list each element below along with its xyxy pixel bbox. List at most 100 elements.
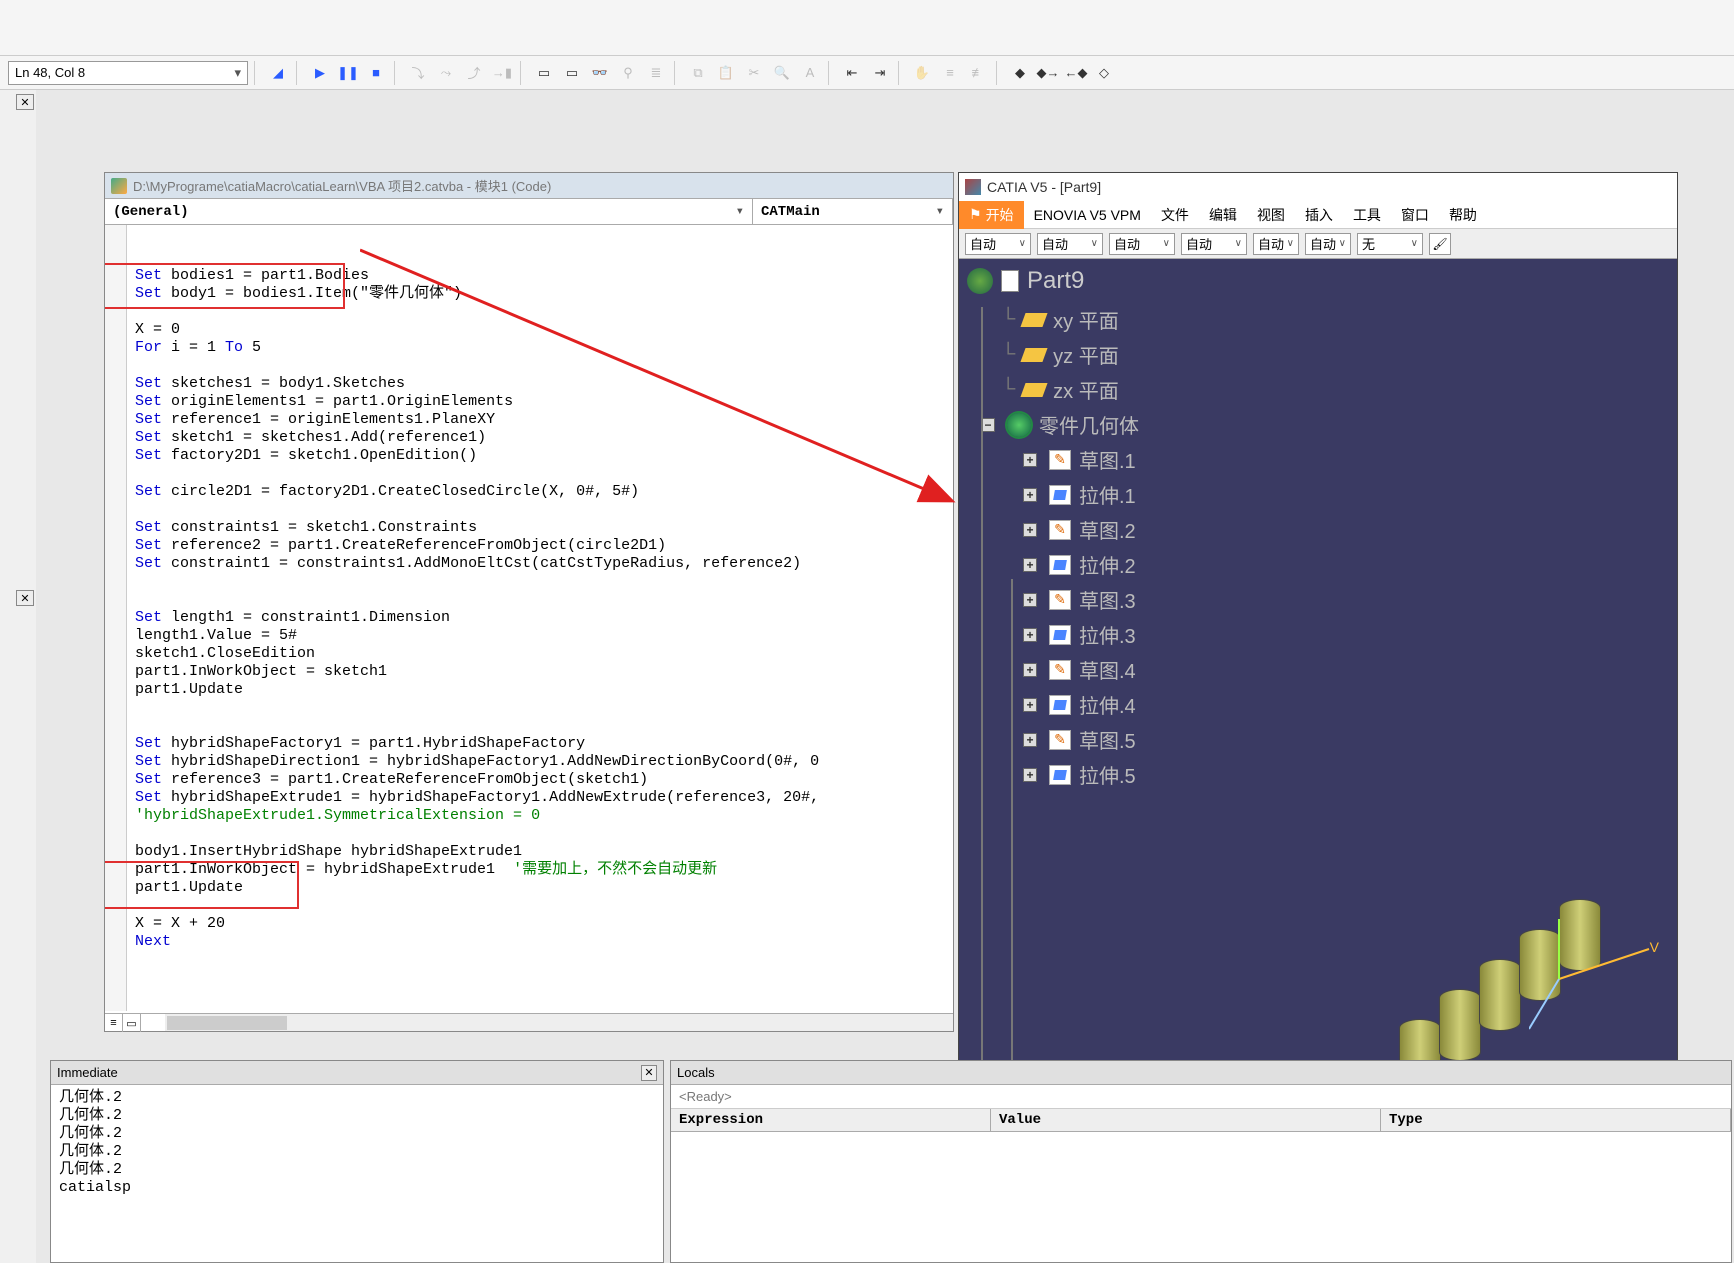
paste-icon[interactable]: 📋	[714, 61, 738, 85]
tree-collapse-icon[interactable]: −	[981, 418, 995, 432]
locals-window-icon[interactable]: ▭	[532, 61, 556, 85]
quick-watch-icon[interactable]: ⚲	[616, 61, 640, 85]
close-icon[interactable]: ✕	[16, 590, 34, 606]
start-flag-icon: ⚑	[969, 206, 982, 223]
display-combo-5[interactable]: 自动	[1253, 233, 1299, 255]
menu-tools[interactable]: 工具	[1343, 201, 1391, 229]
catia-spec-tree[interactable]: Part9 └xy 平面 └yz 平面 └zx 平面 − 零件几何体 +✎草图.…	[959, 259, 1677, 1101]
toggle-breakpoint-icon[interactable]: ✋	[910, 61, 934, 85]
tree-feature-item[interactable]: +拉伸.3	[1023, 620, 1677, 649]
painter-icon[interactable]: 🖌	[1429, 233, 1451, 255]
watch-window-icon[interactable]: 👓	[588, 61, 612, 85]
tree-expand-icon[interactable]: +	[1023, 628, 1037, 642]
tree-feature-item[interactable]: +拉伸.1	[1023, 480, 1677, 509]
locals-window: Locals <Ready> Expression Value Type	[670, 1060, 1732, 1263]
run-to-cursor-icon[interactable]: →▮	[490, 61, 514, 85]
tree-expand-icon[interactable]: +	[1023, 698, 1037, 712]
display-combo-4[interactable]: 自动	[1181, 233, 1247, 255]
tree-feature-item[interactable]: +✎草图.3	[1023, 585, 1677, 614]
vba-window-titlebar[interactable]: D:\MyPrograme\catiaMacro\catiaLearn\VBA …	[105, 173, 953, 199]
tree-feature-item[interactable]: + ✎ 草图.5	[1023, 725, 1677, 754]
tree-feature-label: 草图.4	[1079, 655, 1136, 684]
full-module-view-icon[interactable]: ▭	[123, 1014, 141, 1032]
tree-feature-label: 拉伸.4	[1079, 690, 1136, 719]
tree-expand-icon[interactable]: +	[1023, 768, 1037, 782]
vba-object-dropdown[interactable]: (General)	[105, 199, 753, 224]
locals-col-expression[interactable]: Expression	[671, 1109, 991, 1131]
tree-feature-item[interactable]: +✎草图.2	[1023, 515, 1677, 544]
tree-expand-icon[interactable]: +	[1023, 453, 1037, 467]
locals-col-value[interactable]: Value	[991, 1109, 1381, 1131]
display-combo-1[interactable]: 自动	[965, 233, 1031, 255]
find-icon[interactable]: 🔍	[770, 61, 794, 85]
menu-window[interactable]: 窗口	[1391, 201, 1439, 229]
tree-feature-label: 草图.5	[1079, 725, 1136, 754]
locals-col-type[interactable]: Type	[1381, 1109, 1731, 1131]
tree-expand-icon[interactable]: +	[1023, 523, 1037, 537]
menu-view[interactable]: 视图	[1247, 201, 1295, 229]
bookmark-clear-icon[interactable]: ◇	[1092, 61, 1116, 85]
tree-partbody[interactable]: − 零件几何体	[981, 410, 1677, 439]
display-combo-2[interactable]: 自动	[1037, 233, 1103, 255]
run-icon[interactable]: ▶	[308, 61, 332, 85]
immediate-header[interactable]: Immediate ✕	[51, 1061, 663, 1085]
menu-edit[interactable]: 编辑	[1199, 201, 1247, 229]
immediate-body[interactable]: 几何体.2几何体.2几何体.2几何体.2几何体.2catialsp	[51, 1085, 663, 1262]
comment-icon[interactable]: ≡	[938, 61, 962, 85]
bookmark-next-icon[interactable]: ◆→	[1036, 61, 1060, 85]
tree-feature-item[interactable]: +✎草图.4	[1023, 655, 1677, 684]
step-out-icon[interactable]: ⤴	[462, 61, 486, 85]
tree-feature-item[interactable]: +拉伸.2	[1023, 550, 1677, 579]
locals-title: Locals	[677, 1065, 715, 1080]
tree-plane-xy[interactable]: └xy 平面	[1001, 305, 1677, 334]
tree-feature-item[interactable]: +拉伸.5	[1023, 760, 1677, 789]
menu-insert[interactable]: 插入	[1295, 201, 1343, 229]
menu-help[interactable]: 帮助	[1439, 201, 1487, 229]
axis-label-v: V	[1650, 939, 1659, 955]
close-icon[interactable]: ✕	[641, 1065, 657, 1081]
procedure-view-icon[interactable]: ≡	[105, 1014, 123, 1032]
tree-plane-zx[interactable]: └zx 平面	[1001, 375, 1677, 404]
call-stack-icon[interactable]: ≣	[644, 61, 668, 85]
tree-expand-icon[interactable]: +	[1023, 558, 1037, 572]
cut-icon[interactable]: ✂	[742, 61, 766, 85]
step-into-icon[interactable]: ⤵	[406, 61, 430, 85]
font-icon[interactable]: A	[798, 61, 822, 85]
display-combo-7[interactable]: 无	[1357, 233, 1423, 255]
tree-expand-icon[interactable]: +	[1023, 663, 1037, 677]
tree-feature-item[interactable]: +✎草图.1	[1023, 445, 1677, 474]
line-col-combo[interactable]: Ln 48, Col 8	[8, 61, 248, 85]
vba-procedure-dropdown[interactable]: CATMain	[753, 199, 953, 224]
stop-icon[interactable]: ■	[364, 61, 388, 85]
vba-code-window: D:\MyPrograme\catiaMacro\catiaLearn\VBA …	[104, 172, 954, 1032]
design-mode-icon[interactable]: ◢	[266, 61, 290, 85]
tree-plane-yz[interactable]: └yz 平面	[1001, 340, 1677, 369]
catia-start-menu[interactable]: ⚑开始	[959, 201, 1024, 229]
vba-horizontal-scrollbar[interactable]	[165, 1013, 953, 1031]
menu-file[interactable]: 文件	[1151, 201, 1199, 229]
step-over-icon[interactable]: ⤳	[434, 61, 458, 85]
tree-feature-item[interactable]: + 拉伸.4	[1023, 690, 1677, 719]
tree-expand-icon[interactable]: +	[1023, 593, 1037, 607]
indent-icon[interactable]: ⇤	[840, 61, 864, 85]
tree-expand-icon[interactable]: +	[1023, 488, 1037, 502]
tree-expand-icon[interactable]: +	[1023, 733, 1037, 747]
bookmark-prev-icon[interactable]: ←◆	[1064, 61, 1088, 85]
locals-header[interactable]: Locals	[671, 1061, 1731, 1085]
sketch-icon: ✎	[1049, 730, 1071, 750]
immediate-window-icon[interactable]: ▭	[560, 61, 584, 85]
display-combo-3[interactable]: 自动	[1109, 233, 1175, 255]
catia-titlebar[interactable]: CATIA V5 - [Part9]	[959, 173, 1677, 201]
immediate-line: 几何体.2	[59, 1107, 655, 1125]
uncomment-icon[interactable]: ≢	[966, 61, 990, 85]
close-icon[interactable]: ✕	[16, 94, 34, 110]
copy-icon[interactable]: ⧉	[686, 61, 710, 85]
tree-root-part[interactable]: Part9	[967, 267, 1677, 295]
menu-enovia[interactable]: ENOVIA V5 VPM	[1024, 203, 1151, 227]
extrude-icon	[1049, 765, 1071, 785]
outdent-icon[interactable]: ⇥	[868, 61, 892, 85]
pause-icon[interactable]: ❚❚	[336, 61, 360, 85]
vba-code-editor[interactable]: Set bodies1 = part1.Bodies Set body1 = b…	[105, 225, 953, 1011]
display-combo-6[interactable]: 自动	[1305, 233, 1351, 255]
bookmark-toggle-icon[interactable]: ◆	[1008, 61, 1032, 85]
